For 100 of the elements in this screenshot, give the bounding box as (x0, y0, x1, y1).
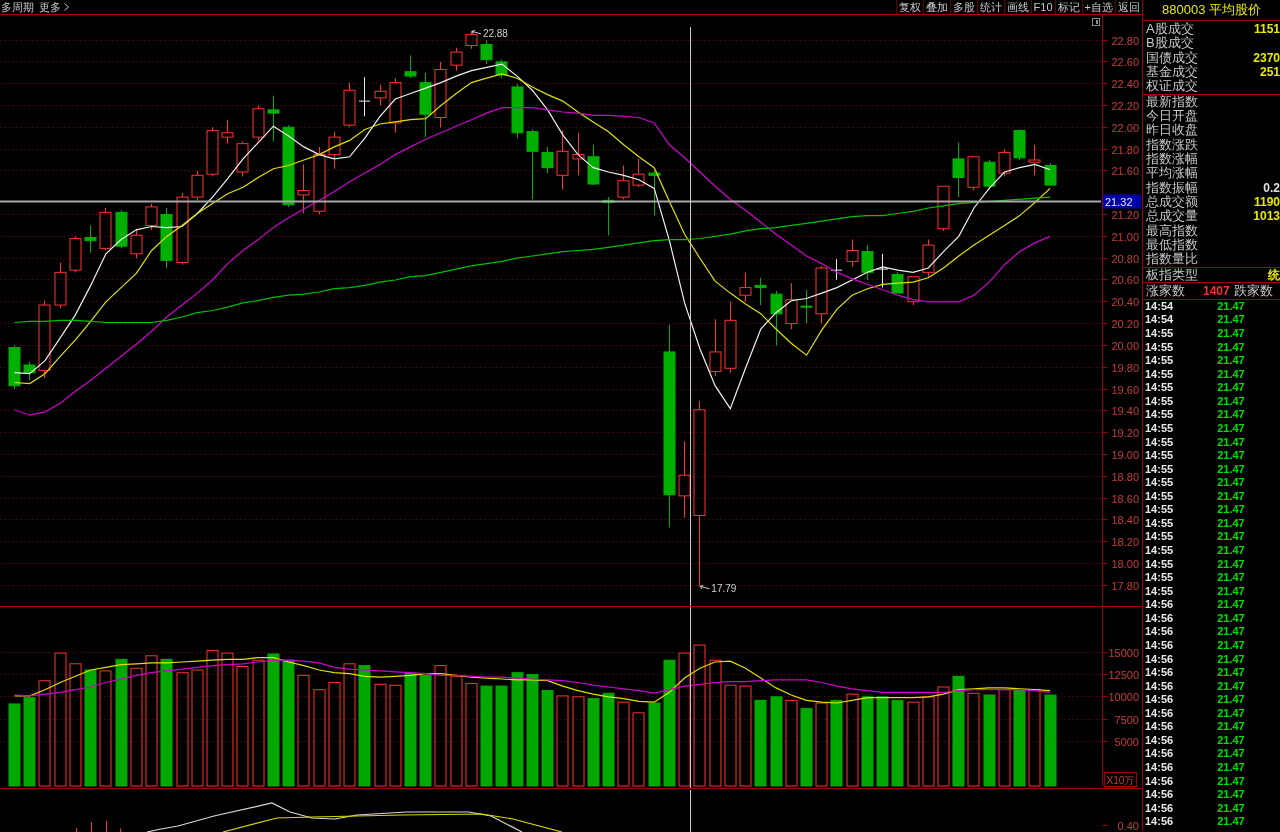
candlestick (8, 344, 21, 390)
tick-time: 14:55 (1145, 381, 1174, 395)
candlestick (495, 59, 508, 79)
axis-label: 21.60 (1111, 164, 1139, 177)
quote-label: A股成交 (1146, 22, 1194, 37)
axis-label: 21.00 (1111, 230, 1139, 243)
candlestick (328, 131, 341, 170)
axis-label: 22.40 (1111, 77, 1139, 90)
quote-value: 1013 (1253, 209, 1280, 224)
candlestick (23, 361, 36, 381)
chevron-right-icon (64, 3, 69, 11)
axis-label: 20.60 (1111, 273, 1139, 286)
toolbar-button[interactable]: 多股 (949, 0, 977, 14)
axis-label: 18.20 (1111, 535, 1139, 548)
candlestick (876, 253, 889, 289)
candlestick (69, 235, 82, 273)
axis-label: 22.20 (1111, 99, 1139, 112)
axis-label: 7500 (1114, 713, 1139, 726)
quote-value: 1151 (1253, 22, 1280, 37)
quote-label: 总成交额 (1146, 195, 1198, 210)
square-icon[interactable] (1092, 18, 1100, 26)
tick-time: 14:56 (1145, 815, 1174, 829)
candlestick (191, 170, 204, 201)
candlestick (404, 54, 417, 79)
toolbar-button[interactable]: 画线 (1003, 0, 1031, 14)
tick-time: 14:55 (1145, 367, 1174, 382)
axis-label: 18.60 (1111, 492, 1139, 505)
menu-button[interactable]: 多周期 (0, 0, 35, 14)
candlestick (389, 77, 402, 134)
quote-label: 基金成交 (1146, 65, 1198, 80)
toolbar-button[interactable]: 标记 (1054, 0, 1082, 14)
toolbar-button[interactable]: 统计 (976, 0, 1004, 14)
tick-price: 21.47 (1217, 801, 1245, 816)
candlestick (297, 163, 310, 214)
tick-price: 21.47 (1217, 788, 1245, 802)
axis-label: 18.40 (1111, 513, 1139, 526)
tick-time: 14:55 (1145, 476, 1174, 490)
tick-time: 14:56 (1145, 611, 1174, 626)
tick-price: 21.47 (1217, 489, 1245, 504)
candlestick (434, 61, 447, 128)
candlestick (358, 76, 371, 117)
toolbar-button[interactable]: +自选 (1081, 0, 1115, 14)
candlestick (374, 84, 387, 106)
axis-label: 20.40 (1111, 295, 1139, 308)
candlestick (343, 82, 356, 128)
tick-time: 14:56 (1145, 774, 1174, 789)
candlestick (130, 228, 143, 259)
quote-value: 2370 (1253, 50, 1280, 65)
toolbar-button[interactable]: 复权 (895, 0, 923, 14)
toolbar-button[interactable]: 返回 (1115, 0, 1142, 14)
candlestick (602, 196, 615, 236)
quote-label: 涨家数 (1146, 283, 1185, 298)
tick-price: 21.47 (1217, 449, 1245, 463)
axis-label: 5000 (1114, 735, 1139, 748)
quote-label: 指数涨跌 (1146, 137, 1198, 152)
tick-time: 14:55 (1145, 394, 1174, 409)
tick-price: 21.47 (1217, 530, 1245, 545)
candlestick (206, 126, 219, 177)
quote-label: 跌家数 (1233, 283, 1273, 298)
tick-price: 21.47 (1217, 381, 1245, 395)
axis-label: 22.00 (1111, 121, 1139, 134)
axis-label: 12500 (1108, 668, 1139, 681)
candlestick (54, 262, 67, 309)
toolbar-button[interactable]: F10 (1030, 0, 1055, 14)
axis-label: 21.20 (1111, 208, 1139, 221)
candlestick (267, 95, 280, 142)
candlestick (480, 39, 493, 65)
axis-label: 19.20 (1111, 426, 1139, 439)
quote-value: 0.2 (1263, 180, 1280, 195)
candlestick (891, 271, 904, 294)
candlestick (937, 185, 950, 232)
candlestick (861, 244, 874, 281)
candlestick (160, 207, 173, 269)
tick-time: 14:55 (1145, 503, 1174, 517)
tick-time: 14:55 (1145, 571, 1174, 585)
tick-time: 14:55 (1145, 530, 1174, 545)
tick-price: 21.47 (1217, 733, 1245, 748)
candlestick (800, 289, 813, 325)
candlestick (754, 277, 767, 306)
toolbar-button[interactable]: 叠加 (922, 0, 950, 14)
candlestick (967, 156, 980, 192)
candlestick (830, 258, 843, 281)
quote-label: 最新指数 (1146, 94, 1198, 109)
candlestick (221, 119, 234, 145)
quote-label: 指数涨幅 (1146, 152, 1198, 167)
candlestick (632, 158, 645, 188)
tick-price: 21.47 (1217, 652, 1245, 667)
candlestick (617, 165, 630, 200)
tick-time: 14:56 (1145, 733, 1174, 748)
menu-button[interactable]: 更多 (38, 0, 70, 14)
quote-label: 总成交量 (1146, 209, 1198, 224)
candlestick (587, 144, 600, 186)
tick-time: 14:56 (1145, 652, 1174, 667)
tick-time: 14:55 (1145, 544, 1174, 558)
tick-time: 14:56 (1145, 788, 1174, 802)
quote-label: 权证成交 (1146, 79, 1198, 94)
quote-label: 指数量比 (1146, 252, 1198, 267)
axis-label: 21.80 (1111, 143, 1139, 156)
tick-price: 21.47 (1217, 638, 1245, 653)
axis-label: 15000 (1108, 646, 1139, 659)
